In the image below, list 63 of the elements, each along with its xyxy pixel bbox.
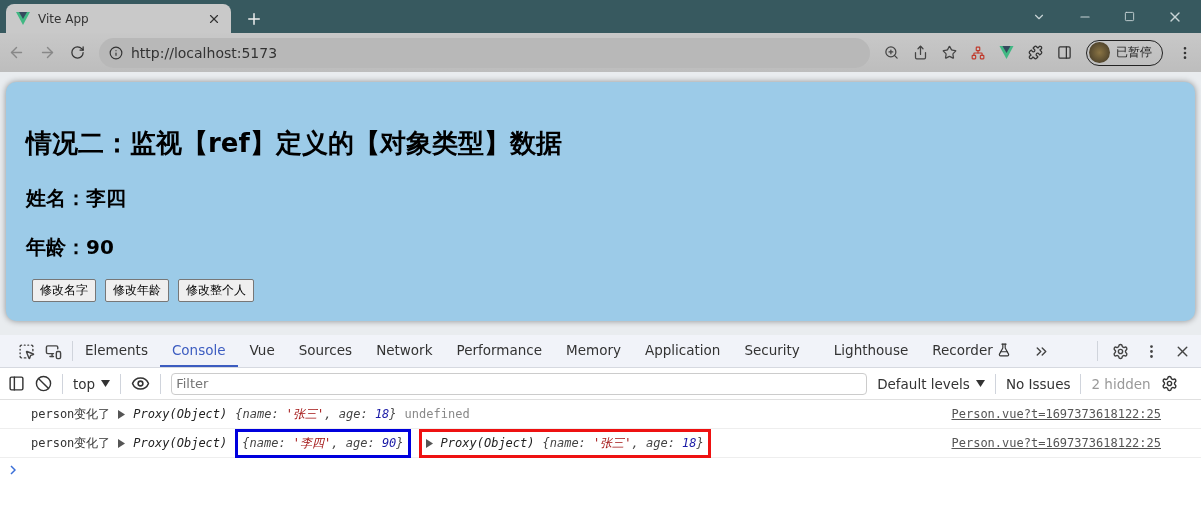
devtools-tab[interactable]: Network: [364, 335, 445, 367]
devtools-tab[interactable]: Sources: [286, 335, 365, 367]
hidden-count: 2 hidden: [1091, 375, 1151, 392]
prompt-icon: [10, 465, 16, 475]
flask-icon: [996, 343, 1011, 357]
devtools-tab[interactable]: Security: [732, 335, 812, 367]
address-bar[interactable]: http://localhost:5173: [99, 37, 870, 68]
value-text: undefined: [404, 407, 470, 421]
logo-icon: [16, 12, 30, 25]
inspect-icon[interactable]: [18, 342, 35, 360]
puzzle-icon[interactable]: [1028, 45, 1043, 60]
devtools-tab[interactable]: Recorder: [920, 335, 1023, 367]
proxy-label: Proxy(Object): [133, 407, 228, 421]
url-text: http://localhost:5173: [131, 44, 278, 61]
zoom-icon[interactable]: [884, 45, 899, 60]
message-text: person变化了: [31, 405, 111, 423]
settings-icon[interactable]: [1112, 342, 1129, 360]
devtools-tab[interactable]: Lighthouse: [821, 335, 921, 367]
levels-dropdown[interactable]: Default levels: [877, 375, 985, 392]
tab-title: Vite App: [38, 11, 90, 26]
browser-tab[interactable]: Vite App: [6, 4, 231, 33]
eye-icon[interactable]: [131, 374, 151, 393]
object-preview: {name: '张三', age: 18}: [542, 434, 704, 452]
info-icon[interactable]: [109, 45, 123, 60]
object-preview: {name: '李四', age: 90}: [242, 435, 404, 450]
logo-icon[interactable]: [999, 46, 1014, 59]
proxy-label: Proxy(Object): [440, 436, 535, 450]
avatar: [1089, 42, 1110, 63]
reload-icon[interactable]: [70, 45, 85, 60]
sidebar-icon[interactable]: [8, 375, 25, 392]
page-title: 情况二：监视【ref】定义的【对象类型】数据: [26, 127, 563, 160]
object-preview: {name: '张三', age: 18}: [235, 405, 397, 423]
source-link[interactable]: Person.vue?t=1697373618122:25: [951, 407, 1161, 421]
settings-icon[interactable]: [1160, 375, 1178, 392]
device-icon[interactable]: [45, 342, 62, 360]
devtools-tab[interactable]: Vue: [237, 335, 287, 367]
expand-triangle-icon[interactable]: [118, 438, 126, 448]
devtools-tab[interactable]: Performance: [444, 335, 555, 367]
devtools-tab[interactable]: Application: [632, 335, 733, 367]
source-link[interactable]: Person.vue?t=1697373618122:25: [951, 436, 1161, 450]
proxy-label: Proxy(Object): [133, 436, 228, 450]
devtools-tab[interactable]: Elements: [73, 335, 160, 367]
side-panel-icon[interactable]: [1057, 45, 1072, 60]
devtools-tab[interactable]: Console: [159, 335, 238, 367]
action-button[interactable]: 修改年龄: [105, 279, 169, 302]
caret-icon: [101, 380, 111, 387]
star-icon[interactable]: [942, 45, 957, 60]
message-text: person变化了: [31, 434, 111, 452]
network-icon[interactable]: [971, 45, 985, 60]
context-dropdown[interactable]: top: [73, 375, 111, 392]
issues-text[interactable]: No Issues: [1005, 375, 1071, 392]
expand-triangle-icon[interactable]: [425, 438, 433, 448]
name-text: 姓名：李四: [26, 185, 127, 212]
expand-triangle-icon[interactable]: [118, 409, 126, 419]
share-icon[interactable]: [913, 45, 928, 60]
action-button[interactable]: 修改整个人: [178, 279, 254, 302]
age-text: 年龄：90: [26, 234, 115, 261]
action-button[interactable]: 修改名字: [32, 279, 96, 302]
devtools-tab[interactable]: Memory: [554, 335, 633, 367]
caret-icon: [975, 380, 985, 387]
clear-icon[interactable]: [35, 375, 52, 392]
filter-field[interactable]: Filter: [171, 372, 868, 395]
restore-icon[interactable]: [1124, 11, 1135, 22]
